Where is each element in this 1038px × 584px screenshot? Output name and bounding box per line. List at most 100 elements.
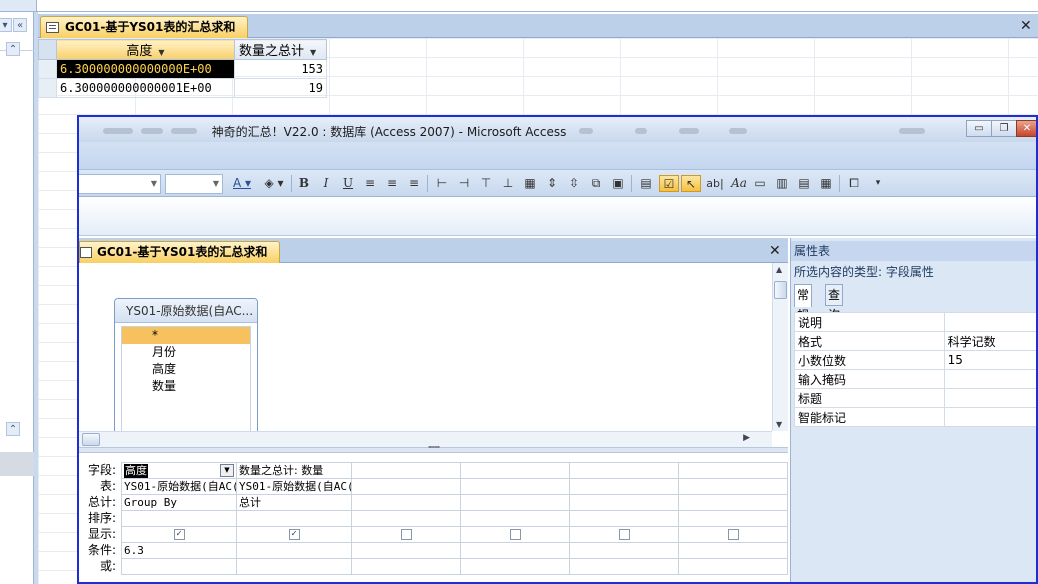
subform-icon[interactable]: ▦: [817, 175, 835, 192]
align-left-icon[interactable]: ≡: [361, 175, 379, 192]
grid-cell-field[interactable]: [351, 462, 461, 479]
scroll-up-icon[interactable]: ▲: [776, 265, 782, 274]
list-control-icon[interactable]: ▤: [795, 175, 813, 192]
size-to-grid-icon[interactable]: ⇳: [565, 175, 583, 192]
grid-cell-or[interactable]: [678, 558, 788, 575]
nav-group-header[interactable]: [0, 452, 34, 476]
property-value[interactable]: [943, 407, 1036, 427]
grid-cell-total[interactable]: [569, 494, 679, 511]
show-checkbox[interactable]: [509, 529, 521, 540]
align-top-icon[interactable]: ⊤: [477, 175, 495, 192]
tab-datasheet-query[interactable]: GC01-基于YS01表的汇总求和: [40, 16, 249, 38]
grid-cell-table[interactable]: [678, 478, 788, 495]
show-checkbox[interactable]: [727, 529, 739, 540]
grid-cell-criteria[interactable]: [678, 542, 788, 559]
italic-icon[interactable]: I: [317, 175, 335, 192]
grid-cell-field[interactable]: 数量之总计: 数量: [236, 462, 352, 479]
column-dropdown-icon[interactable]: ▼: [158, 48, 164, 57]
grid-cell-total[interactable]: [460, 494, 570, 511]
font-color-icon[interactable]: A ▾: [227, 175, 257, 192]
grid-cell-field[interactable]: [569, 462, 679, 479]
grid-cell-table[interactable]: [351, 478, 461, 495]
bold-icon[interactable]: B: [295, 175, 313, 192]
grid-cell-criteria[interactable]: [569, 542, 679, 559]
align-bottom-icon[interactable]: ⊥: [499, 175, 517, 192]
align-objects-left-icon[interactable]: ⊢: [433, 175, 451, 192]
field-list-item[interactable]: 月份: [122, 344, 250, 361]
grid-cell-sort[interactable]: [236, 510, 352, 527]
table-pane-hscrollbar[interactable]: ▶: [79, 431, 772, 447]
grid-cell-or[interactable]: [121, 558, 237, 575]
column-header-count[interactable]: 数量之总计 ▼: [234, 39, 327, 60]
property-sheet-icon[interactable]: ☑: [659, 175, 679, 192]
cell-height[interactable]: 6.300000000000001E+00: [56, 78, 235, 98]
pane-splitter[interactable]: '''''''''''': [79, 446, 788, 453]
restore-icon[interactable]: ❐: [991, 120, 1017, 137]
grid-cell-table[interactable]: [460, 478, 570, 495]
grid-cell-or[interactable]: [460, 558, 570, 575]
size-to-fit-icon[interactable]: ⇕: [543, 175, 561, 192]
column-header-height[interactable]: 高度 ▼: [56, 39, 235, 60]
cell-height[interactable]: 6.300000000000000E+00: [56, 59, 235, 79]
show-checkbox[interactable]: ✓: [173, 529, 185, 540]
scroll-thumb[interactable]: [82, 433, 100, 446]
grid-cell-total[interactable]: Group By: [121, 494, 237, 511]
button-control-icon[interactable]: ▭: [751, 175, 769, 192]
grid-cell-criteria[interactable]: 6.3: [121, 542, 237, 559]
fill-color-icon[interactable]: ◈ ▾: [259, 175, 289, 192]
field-list-icon[interactable]: ▤: [637, 175, 655, 192]
grid-cell-criteria[interactable]: [460, 542, 570, 559]
field-dropdown-icon[interactable]: ▼: [220, 464, 234, 477]
property-value[interactable]: [943, 388, 1036, 408]
property-value[interactable]: [943, 312, 1036, 332]
show-checkbox[interactable]: [618, 529, 630, 540]
grid-cell-sort[interactable]: [351, 510, 461, 527]
font-name-combo[interactable]: ▼: [79, 174, 161, 194]
property-value[interactable]: 15: [943, 350, 1036, 370]
label-icon[interactable]: Aa: [729, 175, 749, 192]
scroll-thumb[interactable]: [774, 281, 787, 299]
grid-cell-field[interactable]: 高度 ▼: [121, 462, 237, 479]
grid-cell-sort[interactable]: [121, 510, 237, 527]
send-back-icon[interactable]: ▣: [609, 175, 627, 192]
table-row[interactable]: 6.300000000000001E+00 19: [38, 78, 327, 98]
tab-query-design[interactable]: GC01-基于YS01表的汇总求和: [79, 241, 281, 263]
combo-control-icon[interactable]: ▥: [773, 175, 791, 192]
record-selector[interactable]: [38, 59, 57, 79]
nav-group-collapse-icon[interactable]: ⌃: [6, 42, 20, 56]
cell-count[interactable]: 19: [234, 78, 327, 98]
tab-query[interactable]: 查询: [825, 284, 844, 322]
field-list-title[interactable]: YS01-原始数据(自AC...: [115, 299, 257, 323]
select-all-cell[interactable]: [38, 39, 57, 60]
grid-cell-sort[interactable]: [460, 510, 570, 527]
scroll-down-icon[interactable]: ▼: [776, 420, 782, 429]
select-icon[interactable]: ↖: [681, 175, 701, 192]
grid-cell-table[interactable]: YS01-原始数据(自AC(: [121, 478, 237, 495]
nav-group2-collapse-icon[interactable]: ⌃: [6, 422, 20, 436]
title-bar[interactable]: 神奇的汇总！V22.0 : 数据库 (Access 2007) - Micros…: [79, 117, 1036, 142]
close-query-icon[interactable]: ✕: [769, 244, 781, 258]
grid-icon[interactable]: ▦: [521, 175, 539, 192]
grid-cell-or[interactable]: [569, 558, 679, 575]
grid-cell-criteria[interactable]: [351, 542, 461, 559]
tab-order-icon[interactable]: ⧠: [845, 175, 863, 192]
scroll-right-icon[interactable]: ▶: [743, 433, 750, 443]
table-row[interactable]: 6.300000000000000E+00 153: [38, 59, 327, 79]
record-selector[interactable]: [38, 78, 57, 98]
underline-icon[interactable]: U: [339, 175, 357, 192]
grid-cell-field[interactable]: [460, 462, 570, 479]
align-objects-right-icon[interactable]: ⊣: [455, 175, 473, 192]
grid-cell-or[interactable]: [236, 558, 352, 575]
nav-collapse-button[interactable]: «: [13, 18, 27, 32]
align-center-icon[interactable]: ≡: [383, 175, 401, 192]
property-value[interactable]: 科学记数: [943, 331, 1036, 351]
font-size-combo[interactable]: ▼: [165, 174, 223, 194]
grid-cell-field[interactable]: [678, 462, 788, 479]
property-value[interactable]: [943, 369, 1036, 389]
field-list-item[interactable]: 高度: [122, 361, 250, 378]
grid-cell-total[interactable]: 总计: [236, 494, 352, 511]
grid-cell-criteria[interactable]: [236, 542, 352, 559]
grid-cell-table[interactable]: [569, 478, 679, 495]
grid-cell-table[interactable]: YS01-原始数据(自AC(: [236, 478, 352, 495]
toolbar-overflow-icon[interactable]: ▾: [871, 175, 885, 192]
